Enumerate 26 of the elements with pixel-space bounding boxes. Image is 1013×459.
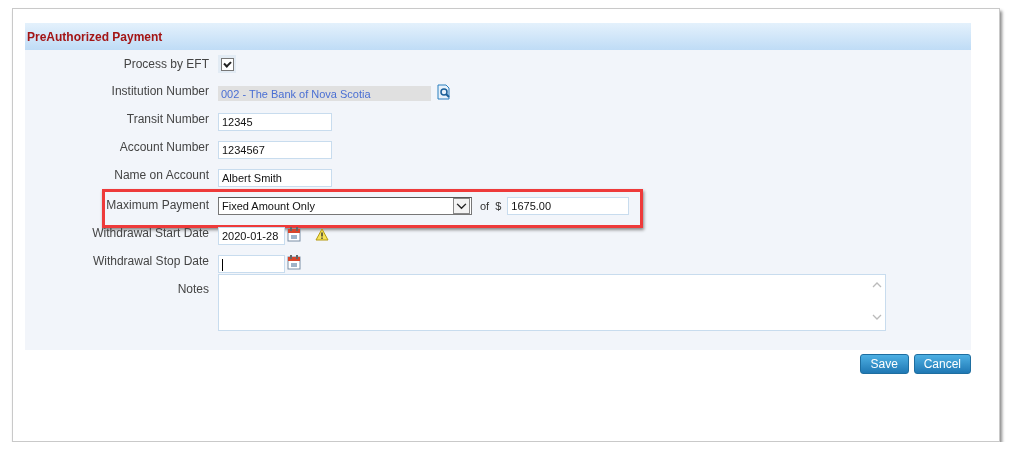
notes-field[interactable]: [218, 274, 886, 331]
checkbox[interactable]: [220, 57, 234, 71]
field-label: Notes: [176, 281, 210, 297]
field-label: Name on Account: [113, 167, 210, 183]
institution-field[interactable]: 002 - The Bank of Nova Scotia: [218, 86, 431, 101]
input-field[interactable]: Albert Smith: [218, 169, 332, 187]
caret-icon: [456, 202, 467, 210]
calendar-icon[interactable]: [287, 255, 301, 270]
field-label: Institution Number: [110, 83, 210, 99]
field-label: Maximum Payment: [105, 197, 210, 213]
panel-title: PreAuthorized Payment: [27, 29, 163, 44]
field-label: Account Number: [118, 139, 210, 155]
field-label: Transit Number: [125, 111, 210, 127]
amount-field[interactable]: 1675.00: [507, 197, 630, 215]
date-field[interactable]: 2020-01-28: [218, 227, 285, 245]
input-field[interactable]: 12345: [218, 113, 332, 131]
date-field[interactable]: [218, 255, 285, 273]
payment-dropdown[interactable]: Fixed Amount Only: [218, 197, 472, 215]
field-label: Withdrawal Start Date: [91, 225, 210, 241]
input-field[interactable]: 1234567: [218, 141, 332, 159]
field-label: Withdrawal Stop Date: [91, 253, 210, 269]
search-icon[interactable]: [437, 83, 451, 100]
field-label: Process by EFT: [122, 56, 210, 72]
currency-sign: $: [495, 200, 502, 212]
calendar-icon[interactable]: [287, 227, 301, 242]
of-label: of: [480, 200, 490, 212]
